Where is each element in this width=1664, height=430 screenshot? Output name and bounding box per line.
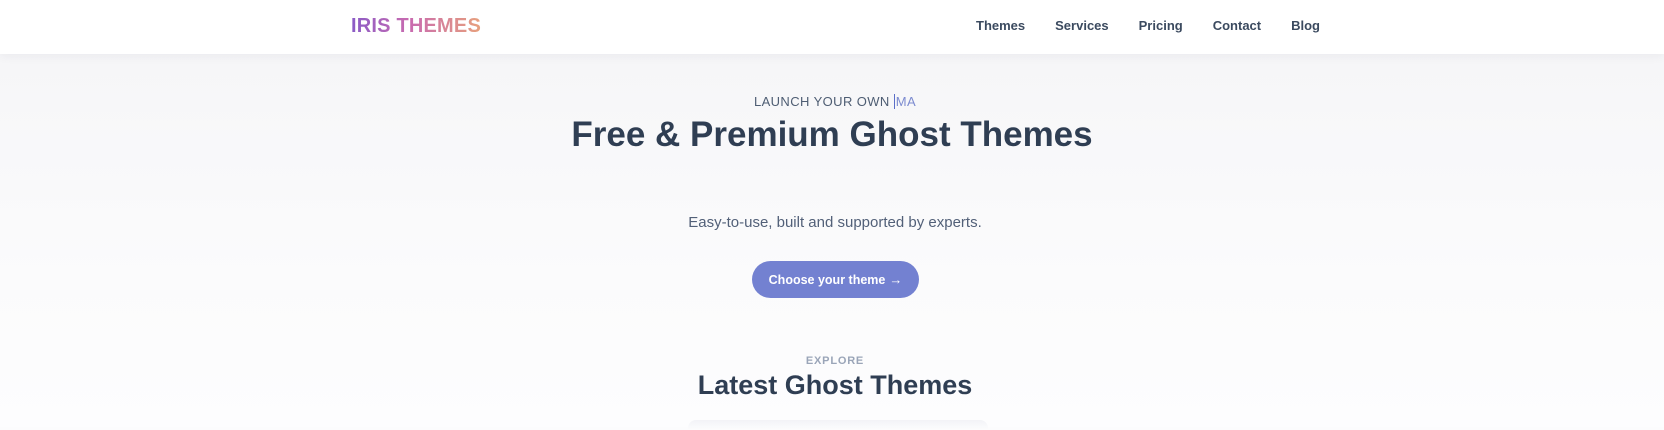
site-header: IRIS THEMES Themes Services Pricing Cont… [0,0,1664,54]
nav-item-contact[interactable]: Contact [1213,18,1261,33]
nav-item-themes[interactable]: Themes [976,18,1025,33]
latest-themes-title: Latest Ghost Themes [697,370,973,400]
arrow-right-icon: → [889,272,903,287]
hero-eyebrow-static: LAUNCH YOUR OWN [753,94,894,109]
theme-card-edge [688,420,988,430]
nav-item-pricing[interactable]: Pricing [1139,18,1183,33]
main-nav: Themes Services Pricing Contact Blog [976,18,1320,33]
nav-item-blog[interactable]: Blog [1291,18,1320,33]
site-logo[interactable]: IRIS THEMES [351,15,481,38]
hero-section: LAUNCH YOUR OWN MA Free & Premium Ghost … [0,54,1664,430]
hero-eyebrow-typed: MA [893,94,917,109]
hero-title: Free & Premium Ghost Themes [571,115,1093,154]
hero-subtitle: Easy-to-use, built and supported by expe… [688,214,982,231]
hero-eyebrow: LAUNCH YOUR OWN MA [0,94,1664,109]
nav-item-services[interactable]: Services [1055,18,1109,33]
choose-theme-button[interactable]: Choose your theme → [752,261,919,298]
explore-label: EXPLORE [805,355,865,367]
choose-theme-label: Choose your theme [768,272,886,287]
